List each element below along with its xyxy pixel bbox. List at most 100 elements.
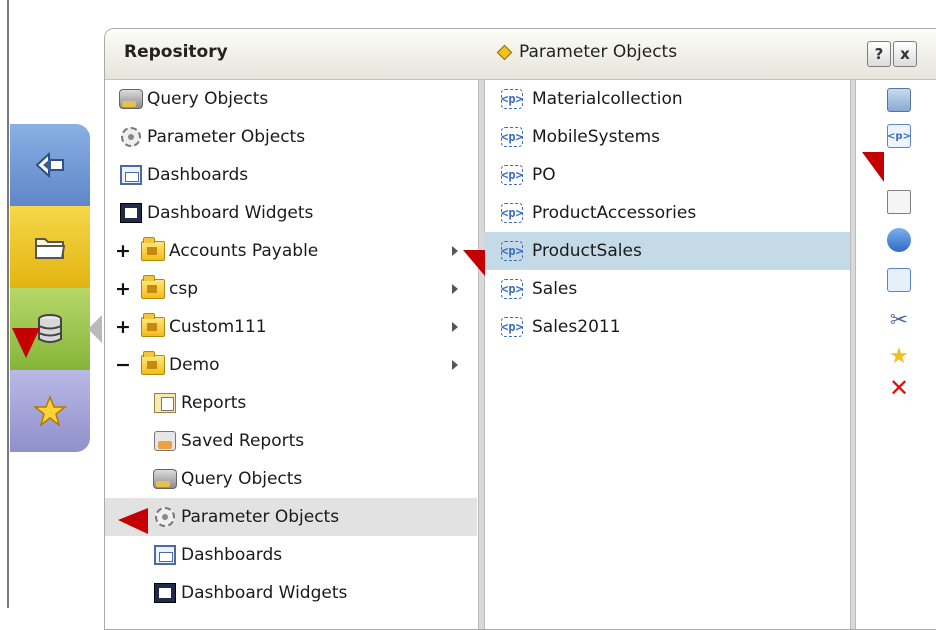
tree-item-label: Accounts Payable — [169, 241, 319, 261]
tree-item[interactable]: Dashboard Widgets — [105, 574, 477, 612]
tree-item[interactable]: − Demo — [105, 346, 477, 384]
parameter-object-glyph: <p> — [501, 89, 523, 109]
side-tab-strip — [10, 124, 90, 452]
tree-item-label: csp — [169, 279, 198, 299]
expand-icon[interactable]: + — [115, 278, 131, 300]
cut-icon[interactable]: ✂ — [887, 308, 911, 333]
tree-item[interactable]: Dashboard Widgets — [105, 194, 477, 232]
folder-icon-shape — [141, 351, 165, 375]
tree-item-label: Saved Reports — [181, 431, 305, 451]
edit-icon[interactable] — [887, 88, 911, 112]
dashboards-icon — [119, 164, 143, 186]
object-list-item[interactable]: <p> MobileSystems — [484, 118, 850, 156]
folder-icon-shape — [141, 237, 165, 261]
tree-item[interactable]: + Custom111 — [105, 308, 477, 346]
tree-item-label: Dashboards — [147, 165, 249, 185]
object-list-item[interactable]: <p> Sales — [484, 270, 850, 308]
saved-reports-icon-shape — [154, 431, 176, 451]
object-list-item[interactable]: <p> ProductAccessories — [484, 194, 850, 232]
tree-item-label: Parameter Objects — [147, 127, 306, 147]
panel-title: Repository — [124, 42, 228, 62]
close-icon: x — [900, 45, 910, 63]
dashboard-widgets-icon — [153, 582, 177, 604]
object-list-item[interactable]: <p> ProductSales — [484, 232, 850, 270]
submenu-arrow-icon[interactable] — [452, 246, 458, 256]
parameter-object-icon: <p> — [500, 240, 524, 262]
dashboards-icon — [153, 544, 177, 566]
object-list-item-label: Materialcollection — [532, 89, 683, 109]
saved-reports-icon — [153, 430, 177, 452]
reports-icon-shape — [154, 393, 176, 413]
expand-icon[interactable]: + — [115, 240, 131, 262]
object-list-item[interactable]: <p> PO — [484, 156, 850, 194]
breadcrumb-diamond-icon — [496, 44, 513, 60]
collapse-icon[interactable]: − — [115, 354, 131, 376]
object-list-item[interactable]: <p> Sales2011 — [484, 308, 850, 346]
submenu-arrow-icon[interactable] — [452, 284, 458, 294]
panel-header: Repository Parameter Objects ? x — [105, 29, 936, 80]
folder-tree: Query Objects Parameter Objects Dashboards… — [105, 80, 477, 629]
annotation-arrow — [118, 508, 148, 534]
submenu-arrow-icon[interactable] — [452, 322, 458, 332]
help-button[interactable]: ? — [867, 41, 891, 67]
tree-item[interactable]: Parameter Objects — [105, 118, 477, 156]
side-tab-favorites[interactable] — [10, 370, 90, 452]
tree-item[interactable]: Dashboards — [105, 156, 477, 194]
permissions-icon[interactable] — [887, 228, 911, 252]
object-list-item-label: ProductSales — [532, 241, 642, 261]
close-button[interactable]: x — [893, 41, 917, 67]
annotation-arrow — [862, 152, 884, 182]
tree-item-label: Parameter Objects — [181, 507, 340, 527]
side-tab-repository[interactable] — [10, 206, 90, 288]
query-objects-icon-shape — [153, 469, 177, 489]
breadcrumb-label: Parameter Objects — [519, 42, 678, 62]
new-parameter-object-icon[interactable]: <p> — [887, 124, 911, 148]
parameter-object-icon: <p> — [500, 278, 524, 300]
folder-icon — [141, 313, 165, 338]
tree-item[interactable]: + csp — [105, 270, 477, 308]
open-folder-icon — [35, 238, 66, 259]
delete-icon[interactable]: ✕ — [887, 374, 911, 402]
tree-item-label: Dashboard Widgets — [181, 583, 348, 603]
folder-icon — [141, 275, 165, 300]
submenu-arrow-icon[interactable] — [452, 360, 458, 370]
side-tab-back[interactable] — [10, 124, 90, 206]
parameter-object-glyph: <p> — [501, 203, 523, 223]
object-list-item-label: ProductAccessories — [532, 203, 697, 223]
parameter-object-glyph: <p> — [501, 317, 523, 337]
parameter-object-icon: <p> — [500, 88, 524, 110]
properties-icon[interactable] — [887, 190, 911, 214]
tree-item-label: Custom111 — [169, 317, 267, 337]
parameter-objects-icon-shape — [155, 507, 175, 527]
parameter-object-glyph: <p> — [501, 165, 523, 185]
tree-item[interactable]: Query Objects — [105, 460, 477, 498]
repository-panel: Repository Parameter Objects ? x Query O… — [104, 28, 936, 630]
active-tab-pointer — [88, 315, 102, 343]
dashboard-widgets-icon-shape — [154, 583, 176, 603]
tree-item[interactable]: Dashboards — [105, 536, 477, 574]
add-favorite-icon[interactable]: ★ — [887, 344, 911, 369]
object-list-item-label: PO — [532, 165, 556, 185]
expand-icon[interactable]: + — [115, 316, 131, 338]
parameter-object-icon: <p> — [500, 316, 524, 338]
reports-icon — [153, 392, 177, 414]
tree-item-label: Reports — [181, 393, 247, 413]
copy-icon[interactable] — [887, 268, 911, 292]
folder-icon-shape — [141, 275, 165, 299]
parameter-objects-icon — [153, 506, 177, 528]
tree-item[interactable]: + Accounts Payable — [105, 232, 477, 270]
parameter-object-glyph: <p> — [501, 127, 523, 147]
tree-item-label: Demo — [169, 355, 220, 375]
breadcrumb: Parameter Objects — [496, 42, 678, 62]
object-list-item-label: Sales — [532, 279, 578, 299]
dashboard-widgets-icon-shape — [120, 203, 142, 223]
parameter-object-icon: <p> — [500, 126, 524, 148]
parameter-object-glyph: <p> — [501, 279, 523, 299]
tree-item[interactable]: Parameter Objects — [105, 498, 477, 536]
object-list-item[interactable]: <p> Materialcollection — [484, 80, 850, 118]
tree-item[interactable]: Saved Reports — [105, 422, 477, 460]
tree-item[interactable]: Reports — [105, 384, 477, 422]
parameter-objects-icon-shape — [121, 127, 141, 147]
tree-item[interactable]: Query Objects — [105, 80, 477, 118]
tree-item-label: Query Objects — [147, 89, 269, 109]
